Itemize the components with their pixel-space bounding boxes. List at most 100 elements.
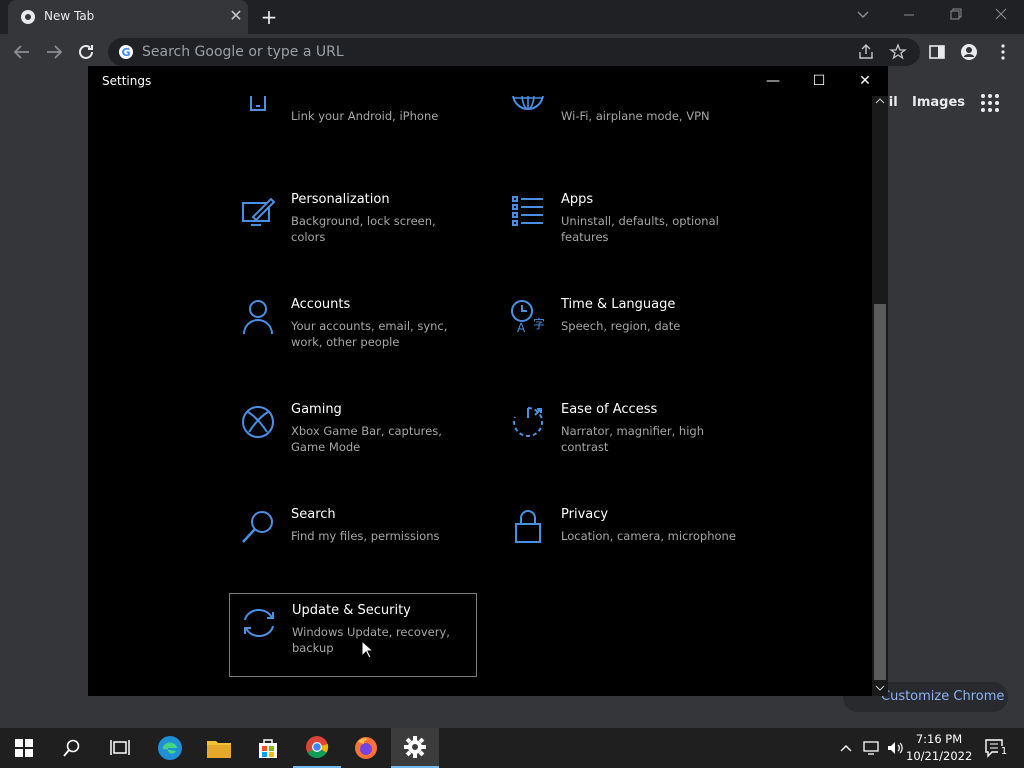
sync-icon [244,609,274,637]
tile-desc: Your accounts, email, sync, work, other … [291,319,448,349]
menu-kebab-icon[interactable] [994,43,1012,61]
minimize-icon[interactable] [886,0,932,30]
tile-personalization[interactable]: Personalization Background, lock screen,… [229,183,477,267]
tile-title: Privacy [561,507,609,522]
clock-time[interactable]: 7:16 PM [912,732,966,746]
taskbar-chrome[interactable] [293,728,341,768]
globe-icon [512,96,544,110]
tile-title: Gaming [291,402,342,417]
person-icon [243,300,273,335]
tile-desc: Windows Update, recovery, backup [292,625,450,655]
tile-desc: Uninstall, defaults, optional features [561,214,719,244]
forward-icon[interactable] [42,40,66,64]
start-icon [15,739,33,757]
phone-icon [250,96,266,111]
taskbar-file-explorer[interactable] [195,728,243,768]
ease-of-access-icon [513,406,544,437]
settings-scrollbar-thumb[interactable] [874,304,886,680]
settings-tile-grid: Link your Android, iPhone Wi-Fi, airplan… [88,96,872,696]
taskbar-settings[interactable] [391,728,439,768]
show-hidden-icons-icon[interactable] [839,741,853,755]
scroll-up-icon[interactable] [875,97,885,105]
tile-gaming[interactable]: Gaming Xbox Game Bar, captures, Game Mod… [229,393,477,477]
settings-gear-icon [404,736,426,758]
tile-title: Search [291,507,336,522]
tile-network[interactable]: Wi-Fi, airplane mode, VPN [499,96,747,162]
action-center-button[interactable]: 1 [978,728,1024,768]
search-icon [242,511,273,543]
bookmark-star-icon[interactable] [889,43,907,61]
back-icon[interactable] [10,40,34,64]
settings-minimize-icon[interactable]: — [750,66,796,96]
mouse-cursor-icon [361,640,375,659]
reload-icon[interactable] [74,40,98,64]
close-window-icon[interactable] [978,0,1024,30]
tile-desc: Find my files, permissions [291,529,440,543]
tile-time-language[interactable]: A字 Time & Language Speech, region, date [499,288,747,372]
taskbar-store[interactable] [244,728,292,768]
clock-date[interactable]: 10/21/2022 [906,749,972,763]
tile-desc: Narrator, magnifier, high contrast [561,424,704,454]
svg-text:G: G [121,46,130,59]
google-g-icon: G [119,45,133,59]
tile-title: Time & Language [561,297,676,312]
tile-title: Accounts [291,297,351,312]
side-panel-icon[interactable] [928,43,946,61]
tile-phone[interactable]: Link your Android, iPhone [229,96,477,162]
paint-icon [242,197,276,226]
scroll-down-icon[interactable] [875,684,885,692]
network-icon[interactable] [862,739,880,757]
start-button[interactable] [0,728,48,768]
tab-title: New Tab [44,9,95,23]
store-icon [259,739,277,758]
google-apps-icon[interactable] [980,93,1000,113]
task-view-button[interactable] [96,728,144,768]
notification-count: 1 [998,746,1010,757]
restore-icon[interactable] [932,0,978,30]
tile-desc: Wi-Fi, airplane mode, VPN [561,109,710,123]
volume-icon[interactable] [886,739,904,757]
chrome-icon [306,736,329,758]
close-tab-icon[interactable]: ✕ [226,6,246,26]
firefox-icon [355,737,377,759]
tile-desc: Location, camera, microphone [561,529,736,543]
tile-desc: Link your Android, iPhone [291,109,439,123]
edge-icon [158,736,182,760]
customize-chrome-label: Customize Chrome [881,689,1005,704]
omnibox-placeholder[interactable]: Search Google or type a URL [142,44,344,60]
time-language-icon: A字 [511,300,545,335]
taskbar-firefox[interactable] [342,728,390,768]
images-link[interactable]: Images [912,95,965,110]
svg-text:A: A [517,321,526,335]
task-view-icon [110,740,130,755]
tile-ease-of-access[interactable]: Ease of Access Narrator, magnifier, high… [499,393,747,477]
settings-close-icon[interactable]: ✕ [842,66,888,96]
apps-list-icon [512,196,543,226]
new-tab-button[interactable]: + [256,4,282,30]
tile-accounts[interactable]: Accounts Your accounts, email, sync, wor… [229,288,477,372]
tile-title: Personalization [291,192,390,207]
tab-search-icon[interactable] [840,0,886,30]
taskbar-edge[interactable] [146,728,194,768]
settings-maximize-icon[interactable]: ☐ [796,66,842,96]
tile-title: Apps [561,192,594,207]
tile-desc: Xbox Game Bar, captures, Game Mode [291,424,442,454]
tile-update-security[interactable]: Update & Security Windows Update, recove… [229,593,477,677]
tile-title: Ease of Access [561,402,658,417]
xbox-icon [242,406,274,438]
browser-tab[interactable]: New Tab ✕ [8,0,248,34]
tile-title: Update & Security [292,603,411,618]
chrome-tab-icon [21,10,35,24]
profile-icon[interactable] [960,43,978,61]
tile-apps[interactable]: Apps Uninstall, defaults, optional featu… [499,183,747,267]
svg-text:字: 字 [533,316,545,331]
tile-desc: Background, lock screen, colors [291,214,436,244]
taskbar-search-button[interactable] [48,728,96,768]
tile-desc: Speech, region, date [561,319,681,333]
lock-icon [515,510,541,543]
tile-privacy[interactable]: Privacy Location, camera, microphone [499,498,747,582]
tile-search[interactable]: Search Find my files, permissions [229,498,477,582]
file-explorer-icon [207,741,231,758]
search-icon [63,739,80,757]
share-icon[interactable] [857,43,875,61]
